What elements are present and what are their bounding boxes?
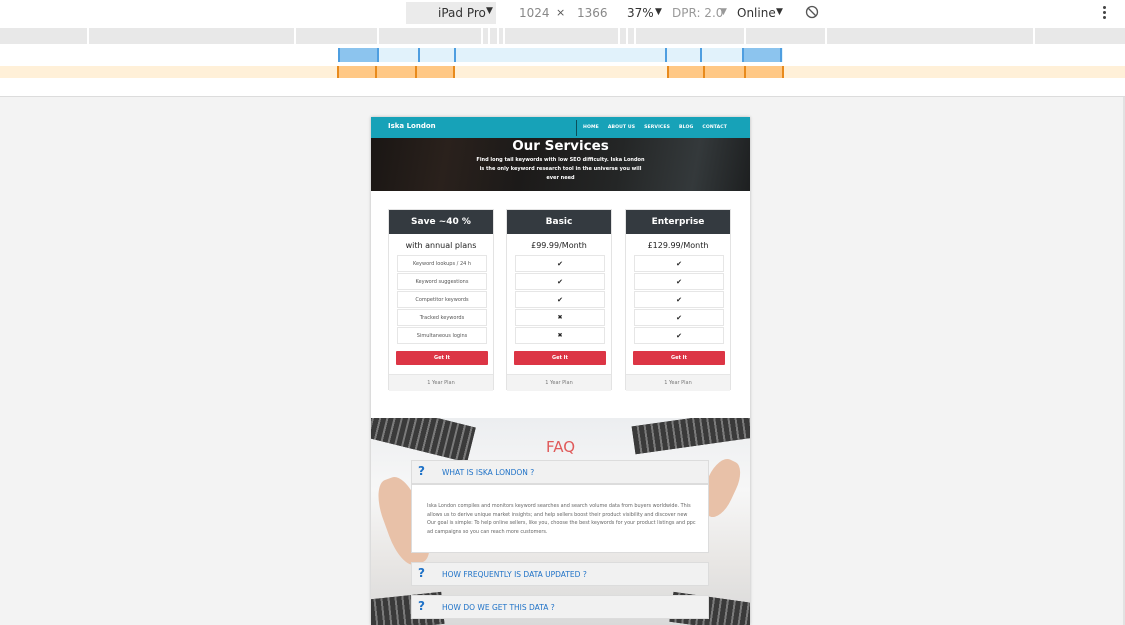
nav-link-blog[interactable]: BLOG bbox=[679, 125, 693, 130]
check-icon: ✔ bbox=[515, 273, 605, 290]
faq-question-frequency[interactable]: ? HOW FREQUENTLY IS DATA UPDATED ? bbox=[411, 562, 709, 586]
get-it-button[interactable]: Get It bbox=[633, 351, 725, 365]
cross-icon: ✖ bbox=[515, 309, 605, 326]
height-input[interactable]: 1366 bbox=[577, 6, 608, 20]
emulated-page: Iska London HOME ABOUT US SERVICES BLOG … bbox=[371, 117, 750, 625]
devtools-device-toolbar: iPad Pro ▼ 1024 × 1366 37% ▼ DPR: 2.0 ▼ … bbox=[0, 0, 1125, 28]
card-heading: Basic bbox=[507, 210, 611, 234]
question-icon: ? bbox=[418, 599, 425, 613]
caret-down-icon: ▼ bbox=[720, 7, 727, 17]
pricing-card-basic: Basic £99.99/Month ✔ ✔ ✔ ✖ ✖ Get It 1 Ye… bbox=[506, 209, 612, 391]
question-icon: ? bbox=[418, 566, 425, 580]
card-price: £129.99/Month bbox=[647, 241, 709, 250]
get-it-button[interactable]: Get It bbox=[514, 351, 606, 365]
faq-question-text: WHAT IS ISKA LONDON ? bbox=[442, 468, 535, 477]
faq-question-text: HOW FREQUENTLY IS DATA UPDATED ? bbox=[442, 570, 587, 579]
check-icon: ✔ bbox=[634, 255, 724, 272]
card-heading: Enterprise bbox=[626, 210, 730, 234]
dimension-separator: × bbox=[556, 6, 566, 19]
feature-row: Simultaneous logins bbox=[397, 327, 487, 344]
faq-title: FAQ bbox=[546, 438, 576, 456]
card-footer: 1 Year Plan bbox=[507, 374, 611, 391]
feature-row: Keyword lookups / 24 h bbox=[397, 255, 487, 272]
device-select[interactable]: iPad Pro ▼ bbox=[406, 2, 496, 24]
card-heading: Save ~40 % bbox=[389, 210, 493, 234]
dpr-select[interactable]: DPR: 2.0 bbox=[672, 6, 723, 20]
caret-down-icon: ▼ bbox=[655, 7, 662, 17]
feature-row: Competitor keywords bbox=[397, 291, 487, 308]
check-icon: ✔ bbox=[515, 291, 605, 308]
question-icon: ? bbox=[418, 464, 425, 478]
feature-row: Tracked keywords bbox=[397, 309, 487, 326]
feature-row: Keyword suggestions bbox=[397, 273, 487, 290]
nav-link-services[interactable]: SERVICES bbox=[644, 125, 670, 130]
faq-answer-text: Iska London compiles and monitors keywor… bbox=[427, 503, 696, 535]
nav-link-home[interactable]: HOME bbox=[583, 125, 599, 130]
faq-answer-panel: Iska London compiles and monitors keywor… bbox=[411, 484, 709, 553]
caret-down-icon: ▼ bbox=[486, 6, 493, 16]
card-price: £99.99/Month bbox=[531, 241, 587, 250]
media-query-bar-min-max[interactable] bbox=[0, 48, 1125, 62]
hero-subtitle: Find long tail keywords with low SEO dif… bbox=[476, 157, 645, 181]
card-footer: 1 Year Plan bbox=[389, 374, 493, 391]
faq-question-text: HOW DO WE GET THIS DATA ? bbox=[442, 603, 555, 612]
device-select-label: iPad Pro bbox=[438, 6, 486, 20]
faq-question-data-source[interactable]: ? HOW DO WE GET THIS DATA ? bbox=[411, 595, 709, 619]
rotate-icon[interactable] bbox=[805, 5, 819, 19]
site-brand-link[interactable]: Iska London bbox=[388, 122, 436, 130]
check-icon: ✔ bbox=[634, 309, 724, 326]
pricing-card-save: Save ~40 % with annual plans Keyword loo… bbox=[388, 209, 494, 391]
hero-banner: Our Services Find long tail keywords wit… bbox=[371, 138, 750, 191]
nav-link-about[interactable]: ABOUT US bbox=[608, 125, 635, 130]
nav-divider bbox=[576, 120, 577, 136]
pricing-card-enterprise: Enterprise £129.99/Month ✔ ✔ ✔ ✔ ✔ Get I… bbox=[625, 209, 731, 391]
check-icon: ✔ bbox=[634, 273, 724, 290]
card-price: with annual plans bbox=[405, 241, 477, 250]
media-query-bar-min-width[interactable] bbox=[0, 66, 1125, 78]
card-footer: 1 Year Plan bbox=[626, 374, 730, 391]
zoom-select[interactable]: 37% bbox=[627, 6, 654, 20]
media-query-bar-max-width[interactable] bbox=[0, 28, 1125, 44]
check-icon: ✔ bbox=[515, 255, 605, 272]
faq-question-what-is[interactable]: ? WHAT IS ISKA LONDON ? bbox=[411, 460, 709, 484]
throttle-select[interactable]: Online bbox=[737, 6, 776, 20]
keyboard-image bbox=[371, 418, 476, 463]
hero-title: Our Services bbox=[512, 138, 609, 154]
site-nav-links: HOME ABOUT US SERVICES BLOG CONTACT bbox=[583, 125, 727, 130]
site-navbar: Iska London HOME ABOUT US SERVICES BLOG … bbox=[371, 117, 750, 138]
width-input[interactable]: 1024 bbox=[519, 6, 550, 20]
keyboard-image bbox=[631, 418, 750, 455]
caret-down-icon: ▼ bbox=[776, 7, 783, 17]
cross-icon: ✖ bbox=[515, 327, 605, 344]
get-it-button[interactable]: Get It bbox=[396, 351, 488, 365]
nav-link-contact[interactable]: CONTACT bbox=[702, 125, 727, 130]
faq-section: FAQ ? WHAT IS ISKA LONDON ? Iska London … bbox=[371, 418, 750, 625]
check-icon: ✔ bbox=[634, 291, 724, 308]
more-options-icon[interactable] bbox=[1100, 4, 1108, 22]
check-icon: ✔ bbox=[634, 327, 724, 344]
